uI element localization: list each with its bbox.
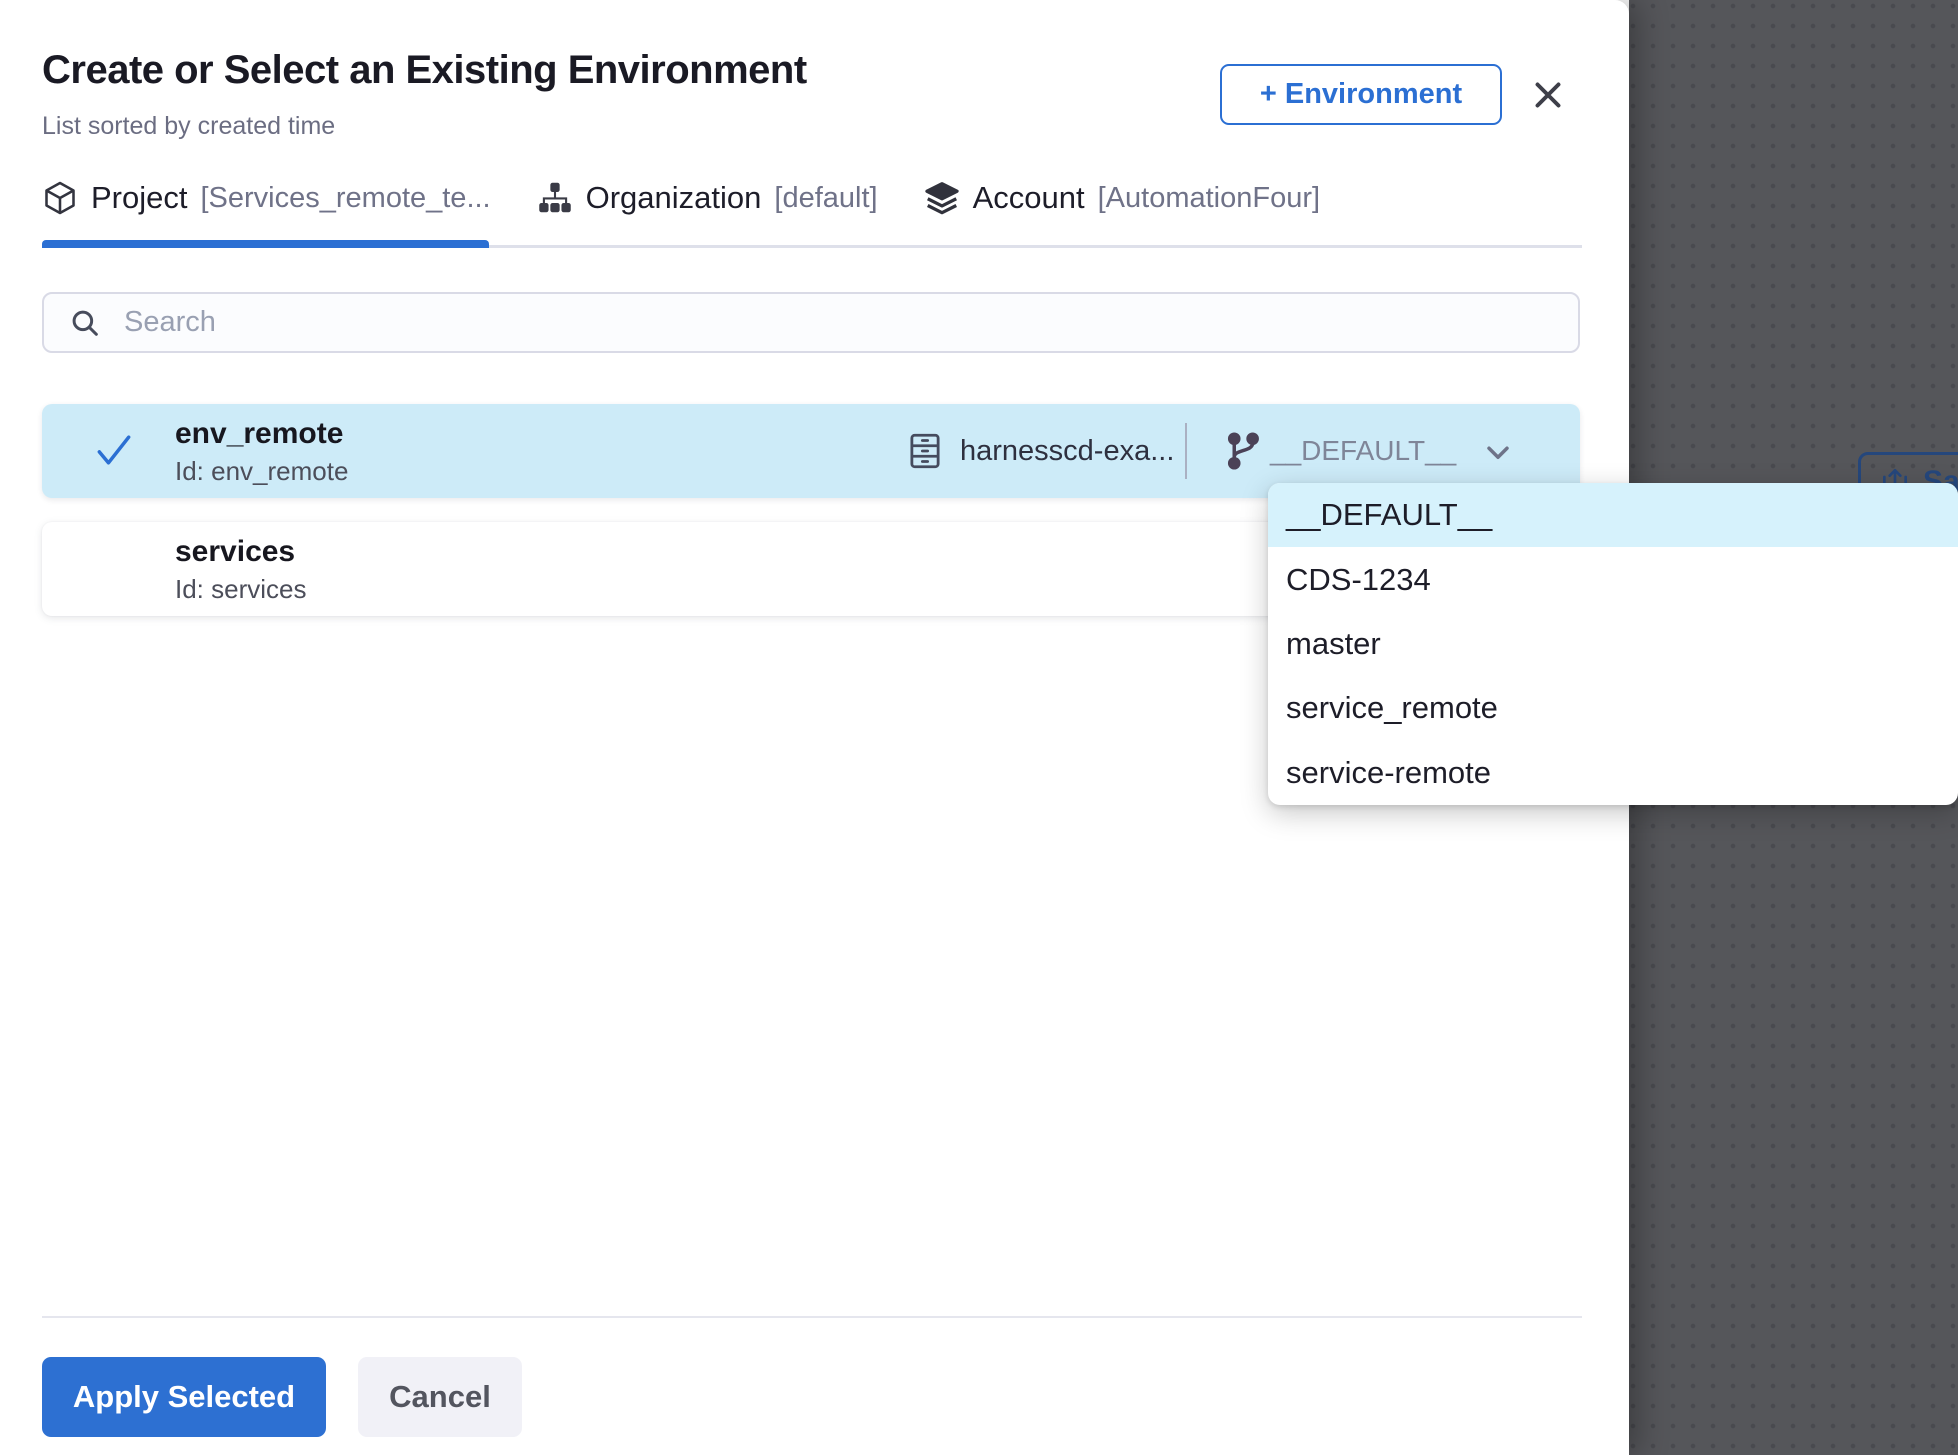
tab-project[interactable]: Project [Services_remote_te... bbox=[42, 180, 491, 216]
cube-icon bbox=[42, 180, 78, 216]
search-input[interactable] bbox=[124, 306, 1578, 339]
layers-icon bbox=[924, 180, 960, 216]
search-bar bbox=[42, 292, 1580, 353]
row-divider bbox=[1185, 423, 1187, 479]
tab-organization-scope: [default] bbox=[774, 182, 877, 215]
branch-dropdown-menu: __DEFAULT__ CDS-1234 master service_remo… bbox=[1268, 483, 1958, 805]
tab-organization-label: Organization bbox=[586, 180, 762, 216]
new-environment-button[interactable]: + Environment bbox=[1220, 64, 1502, 125]
close-button[interactable] bbox=[1528, 75, 1568, 115]
branch-option-default[interactable]: __DEFAULT__ bbox=[1268, 483, 1958, 547]
branch-option-master[interactable]: master bbox=[1268, 612, 1958, 676]
scope-tabs: Project [Services_remote_te... Organizat… bbox=[42, 180, 1320, 216]
modal-title: Create or Select an Existing Environment bbox=[42, 48, 807, 93]
chevron-down-icon bbox=[1480, 434, 1516, 470]
environment-name: services bbox=[175, 535, 295, 569]
modal-subtitle: List sorted by created time bbox=[42, 112, 335, 141]
tab-project-label: Project bbox=[91, 180, 187, 216]
cancel-button[interactable]: Cancel bbox=[358, 1357, 522, 1437]
tab-account[interactable]: Account [AutomationFour] bbox=[924, 180, 1320, 216]
footer-divider bbox=[42, 1316, 1582, 1318]
close-icon bbox=[1530, 77, 1566, 113]
apply-selected-button[interactable]: Apply Selected bbox=[42, 1357, 326, 1437]
tab-project-scope: [Services_remote_te... bbox=[200, 182, 490, 215]
branch-option-service-remote-underscore[interactable]: service_remote bbox=[1268, 676, 1958, 740]
tab-account-scope: [AutomationFour] bbox=[1098, 182, 1320, 215]
environment-id: Id: services bbox=[175, 574, 307, 605]
tab-account-label: Account bbox=[973, 180, 1085, 216]
search-icon bbox=[68, 306, 102, 340]
check-icon bbox=[92, 428, 136, 472]
tab-organization[interactable]: Organization [default] bbox=[537, 180, 878, 216]
branch-option-cds-1234[interactable]: CDS-1234 bbox=[1268, 547, 1958, 611]
branch-option-service-remote-dash[interactable]: service-remote bbox=[1268, 741, 1958, 805]
git-branch-icon bbox=[1222, 430, 1264, 472]
environment-name: env_remote bbox=[175, 417, 343, 451]
environment-id: Id: env_remote bbox=[175, 456, 348, 487]
branch-selected-value: __DEFAULT__ bbox=[1270, 435, 1456, 467]
screen: Sav Create or Select an Existing Environ… bbox=[0, 0, 1958, 1455]
sitemap-icon bbox=[537, 180, 573, 216]
active-tab-underline bbox=[42, 240, 489, 248]
repository-icon bbox=[904, 430, 946, 472]
repository-name: harnesscd-exa... bbox=[960, 435, 1174, 468]
